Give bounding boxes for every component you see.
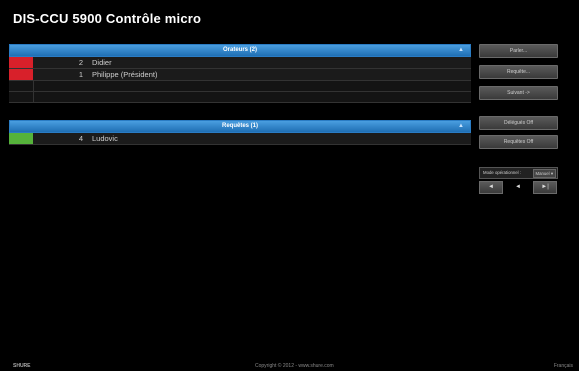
language-link[interactable]: Français [554, 363, 573, 369]
delegates-off-button[interactable]: Délégués Off [479, 116, 558, 130]
speakers-header-label: Orateurs (2) [222, 47, 257, 53]
seat-number: 2 [78, 58, 83, 67]
nav-first-button[interactable]: ◄ [479, 181, 503, 194]
copyright-text: Copyright © 2012 - www.shure.com [255, 363, 334, 369]
requests-header[interactable]: Requêtes (1) ▲ [9, 120, 471, 133]
speakers-panel: Orateurs (2) ▲ 2 Didier 1 Philippe (Prés… [9, 44, 471, 103]
next-button[interactable]: Suivant -> [479, 86, 558, 100]
seat-number: 4 [78, 134, 83, 143]
row-divider [33, 81, 34, 92]
row-divider [33, 92, 34, 103]
seat-number: 1 [78, 70, 83, 79]
requests-off-button[interactable]: Requêtes Off [479, 135, 558, 149]
request-name: Ludovic [92, 134, 118, 143]
nav-last-button[interactable]: ►| [533, 181, 557, 194]
speakers-header[interactable]: Orateurs (2) ▲ [9, 44, 471, 57]
operation-mode: Mode opérationnel : Manuel ▾ [479, 167, 558, 179]
collapse-triangle-icon[interactable]: ▲ [458, 45, 464, 56]
mic-status-swatch [9, 57, 33, 68]
empty-row [9, 92, 471, 103]
collapse-triangle-icon[interactable]: ▲ [458, 121, 464, 132]
request-row[interactable]: 4 Ludovic [9, 133, 471, 145]
nav-prev-button[interactable]: ◄ [506, 181, 530, 194]
mode-select[interactable]: Manuel ▾ [532, 169, 556, 178]
requests-panel: Requêtes (1) ▲ 4 Ludovic [9, 120, 471, 145]
mic-status-swatch [9, 133, 33, 144]
mode-select-value: Manuel [535, 171, 550, 176]
speaker-row[interactable]: 2 Didier [9, 57, 471, 69]
speaker-name: Philippe (Président) [92, 70, 158, 79]
requests-header-label: Requêtes (1) [221, 123, 258, 129]
brand-logo: SHURE [13, 363, 31, 369]
speaker-row[interactable]: 1 Philippe (Président) [9, 69, 471, 81]
mic-status-swatch [9, 69, 33, 80]
speaker-name: Didier [92, 58, 112, 67]
speak-button[interactable]: Parler... [479, 44, 558, 58]
mode-label: Mode opérationnel : [483, 170, 521, 175]
page-title: DIS-CCU 5900 Contrôle micro [13, 11, 202, 26]
empty-row [9, 81, 471, 92]
request-button[interactable]: Requête... [479, 65, 558, 79]
